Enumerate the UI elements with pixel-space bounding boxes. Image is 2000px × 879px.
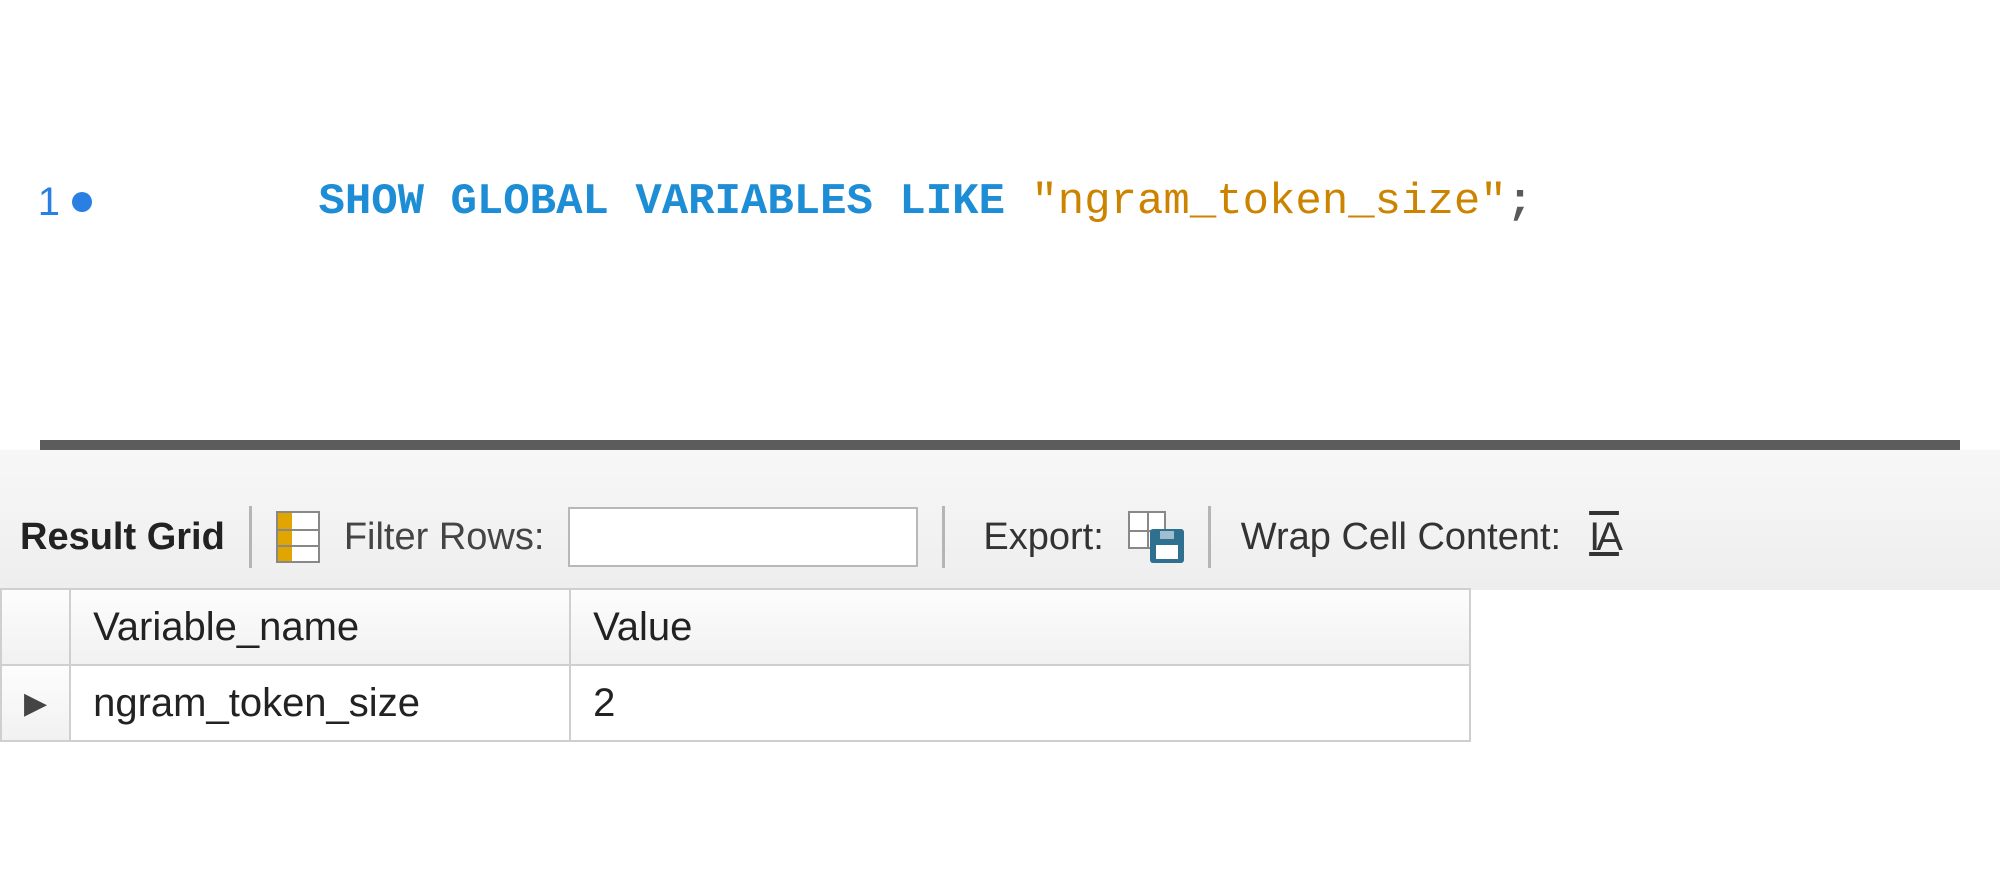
sql-code[interactable]: SHOW GLOBAL VARIABLES LIKE "ngram_token_… [100, 118, 1533, 286]
separator-icon [1208, 506, 1211, 568]
keyword-like: LIKE [899, 177, 1005, 227]
pane-splitter[interactable] [40, 440, 1960, 450]
separator-icon [942, 506, 945, 568]
editor-line[interactable]: 1 SHOW GLOBAL VARIABLES LIKE "ngram_toke… [0, 118, 2000, 286]
row-indicator-icon[interactable]: ▶ [1, 665, 70, 741]
corner-cell [1, 589, 70, 665]
table-row[interactable]: ▶ ngram_token_size 2 [1, 665, 1470, 741]
table-header-row: Variable_name Value [1, 589, 1470, 665]
string-literal: "ngram_token_size" [1031, 177, 1506, 227]
separator-icon [249, 506, 252, 568]
keyword-variables: VARIABLES [635, 177, 873, 227]
export-icon[interactable] [1128, 511, 1184, 563]
editor-gutter: 1 [0, 174, 100, 230]
export-label: Export: [983, 516, 1103, 559]
execution-marker-icon [72, 192, 92, 212]
filter-rows-input[interactable] [568, 507, 918, 567]
keyword-show: SHOW [318, 177, 424, 227]
result-table[interactable]: Variable_name Value ▶ ngram_token_size 2 [0, 588, 1471, 742]
result-grid-label: Result Grid [20, 516, 225, 559]
keyword-global: GLOBAL [450, 177, 608, 227]
wrap-cell-content-icon[interactable]: IA [1585, 515, 1623, 560]
column-header-value[interactable]: Value [570, 589, 1470, 665]
result-grid-icon[interactable] [276, 511, 320, 563]
result-toolbar: Result Grid Filter Rows: Export: Wrap Ce… [0, 450, 2000, 590]
cell-value[interactable]: 2 [570, 665, 1470, 741]
column-header-variable-name[interactable]: Variable_name [70, 589, 570, 665]
sql-editor[interactable]: 1 SHOW GLOBAL VARIABLES LIKE "ngram_toke… [0, 0, 2000, 440]
wrap-cell-content-label: Wrap Cell Content: [1241, 516, 1561, 559]
line-number: 1 [38, 174, 60, 230]
semicolon: ; [1507, 177, 1533, 227]
filter-rows-label: Filter Rows: [344, 516, 545, 559]
cell-variable-name[interactable]: ngram_token_size [70, 665, 570, 741]
